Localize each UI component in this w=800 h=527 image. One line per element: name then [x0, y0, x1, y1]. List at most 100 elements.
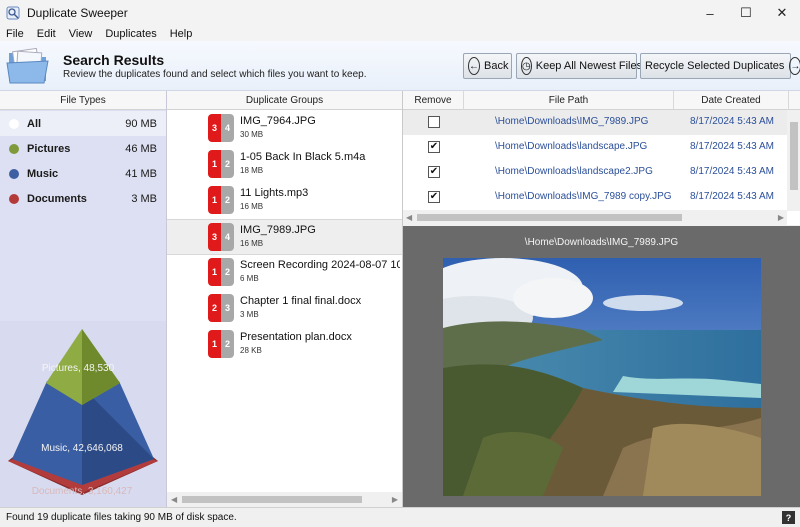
title-bar: Duplicate Sweeper – ☐ ✕	[0, 0, 800, 26]
duplicate-groups-panel: Duplicate Groups 3 4 IMG_7964.JPG 30 MB …	[167, 91, 403, 507]
dup-count-badge: 1	[208, 258, 221, 286]
date-created: 8/17/2024 5:43 AM	[690, 191, 774, 202]
menu-bar: File Edit View Duplicates Help	[0, 26, 800, 41]
group-file-name: IMG_7989.JPG	[240, 224, 316, 236]
scroll-right-icon[interactable]: ▶	[392, 495, 398, 504]
file-type-pictures[interactable]: Pictures 46 MB	[0, 136, 166, 161]
scroll-left-icon[interactable]: ◀	[171, 495, 177, 504]
arrow-left-icon: ←	[468, 57, 480, 75]
arrow-right-icon: →	[789, 57, 800, 75]
scroll-thumb[interactable]	[790, 122, 798, 190]
total-count-badge: 4	[221, 114, 234, 142]
group-file-size: 28 KB	[240, 346, 262, 355]
menu-duplicates[interactable]: Duplicates	[105, 28, 156, 40]
minimize-button[interactable]: –	[692, 0, 728, 26]
results-header: Search Results Review the duplicates fou…	[0, 41, 800, 91]
group-file-name: Chapter 1 final final.docx	[240, 295, 362, 307]
total-count-badge: 4	[221, 223, 234, 251]
dup-count-badge: 1	[208, 150, 221, 178]
scroll-right-icon[interactable]: ▶	[778, 213, 784, 222]
help-icon[interactable]: ?	[782, 511, 795, 524]
file-table-header: Remove File Path Date Created	[403, 91, 800, 110]
group-file-name: 1-05 Back In Black 5.m4a	[240, 151, 366, 163]
group-file-name: IMG_7964.JPG	[240, 115, 316, 127]
table-horizontal-scrollbar[interactable]: ◀ ▶	[403, 210, 787, 225]
menu-edit[interactable]: Edit	[37, 28, 56, 40]
keep-newest-button[interactable]: ◷ Keep All Newest Files	[516, 53, 642, 79]
file-type-all[interactable]: All 90 MB	[0, 111, 166, 136]
maximize-button[interactable]: ☐	[728, 0, 764, 26]
file-type-size: 41 MB	[125, 167, 157, 180]
column-remove[interactable]: Remove	[403, 91, 464, 110]
table-row[interactable]: ✔ \Home\Downloads\landscape2.JPG 8/17/20…	[403, 160, 787, 185]
file-path: \Home\Downloads\IMG_7989 copy.JPG	[495, 191, 672, 202]
close-button[interactable]: ✕	[764, 0, 800, 26]
groups-horizontal-scrollbar[interactable]: ◀ ▶	[167, 492, 402, 507]
dup-count-badge: 2	[208, 294, 221, 322]
group-file-size: 18 MB	[240, 166, 264, 175]
group-file-name: 11 Lights.mp3	[240, 187, 309, 199]
pyramid-svg: Pictures, 48,530 Music, 42,646,068 Docum…	[8, 329, 158, 497]
pictures-dot-icon	[9, 143, 19, 154]
column-file-path[interactable]: File Path	[464, 91, 674, 110]
group-file-size: 16 MB	[240, 202, 264, 211]
duplicate-group-item[interactable]: 1 2 11 Lights.mp3 16 MB	[167, 183, 402, 219]
remove-checkbox[interactable]	[428, 116, 440, 128]
menu-help[interactable]: Help	[170, 28, 193, 40]
clock-icon: ◷	[521, 57, 532, 75]
dup-count-badge: 1	[208, 330, 221, 358]
menu-file[interactable]: File	[6, 28, 24, 40]
scroll-thumb[interactable]	[417, 214, 682, 221]
duplicate-group-item[interactable]: 1 2 1-05 Back In Black 5.m4a 18 MB	[167, 147, 402, 183]
recycle-duplicates-button[interactable]: Recycle Selected Duplicates →	[640, 53, 800, 79]
file-path: \Home\Downloads\landscape2.JPG	[495, 166, 653, 177]
folder-icon	[6, 47, 49, 84]
preview-file-path: \Home\Downloads\IMG_7989.JPG	[524, 237, 679, 248]
file-type-music[interactable]: Music 41 MB	[0, 161, 166, 186]
scroll-thumb[interactable]	[182, 496, 362, 503]
file-type-documents[interactable]: Documents 3 MB	[0, 186, 166, 211]
table-row[interactable]: \Home\Downloads\IMG_7989.JPG 8/17/2024 5…	[403, 110, 787, 135]
file-type-name: Pictures	[27, 142, 71, 155]
total-count-badge: 2	[221, 186, 234, 214]
file-type-name: Documents	[27, 192, 87, 205]
all-dot-icon	[9, 118, 19, 129]
recycle-duplicates-label: Recycle Selected Duplicates	[645, 60, 785, 72]
remove-checkbox[interactable]: ✔	[428, 141, 440, 153]
total-count-badge: 2	[221, 150, 234, 178]
file-types-panel: File Types All 90 MB Pictures 46 MB Musi…	[0, 91, 167, 507]
file-type-size: 90 MB	[125, 117, 157, 130]
file-type-name: Music	[27, 167, 59, 180]
duplicate-groups-header: Duplicate Groups	[167, 91, 402, 110]
total-count-badge: 2	[221, 258, 234, 286]
page-title: Search Results	[63, 52, 165, 68]
table-row[interactable]: ✔ \Home\Downloads\landscape.JPG 8/17/202…	[403, 135, 787, 160]
app-icon	[6, 6, 20, 20]
group-file-size: 30 MB	[240, 130, 264, 139]
remove-checkbox[interactable]: ✔	[428, 166, 440, 178]
duplicate-group-item[interactable]: 3 4 IMG_7964.JPG 30 MB	[167, 111, 402, 147]
duplicate-group-item-selected[interactable]: 3 4 IMG_7989.JPG 16 MB	[167, 219, 402, 255]
pyramid-pictures-label: Pictures, 48,530	[42, 363, 115, 374]
total-count-badge: 2	[221, 330, 234, 358]
column-date-created[interactable]: Date Created	[674, 91, 789, 110]
group-file-size: 3 MB	[240, 310, 259, 319]
scroll-left-icon[interactable]: ◀	[406, 213, 412, 222]
remove-checkbox[interactable]: ✔	[428, 191, 440, 203]
status-text: Found 19 duplicate files taking 90 MB of…	[6, 512, 237, 523]
date-created: 8/17/2024 5:43 AM	[690, 166, 774, 177]
table-vertical-scrollbar[interactable]	[787, 110, 800, 211]
back-button[interactable]: ← Back	[463, 53, 512, 79]
table-row[interactable]: ✔ \Home\Downloads\IMG_7989 copy.JPG 8/17…	[403, 185, 787, 210]
group-file-name: Presentation plan.docx	[240, 331, 352, 343]
music-dot-icon	[9, 168, 19, 179]
dup-count-badge: 3	[208, 223, 221, 251]
pyramid-music-label: Music, 42,646,068	[41, 443, 123, 454]
menu-view[interactable]: View	[69, 28, 93, 40]
file-table: Remove File Path Date Created \Home\Down…	[403, 91, 800, 225]
duplicate-group-item[interactable]: 1 2 Screen Recording 2024-08-07 10095 6 …	[167, 255, 402, 291]
duplicate-group-item[interactable]: 1 2 Presentation plan.docx 28 KB	[167, 327, 402, 363]
image-preview-panel: \Home\Downloads\IMG_7989.JPG	[403, 226, 800, 507]
group-file-size: 16 MB	[240, 239, 264, 248]
duplicate-group-item[interactable]: 2 3 Chapter 1 final final.docx 3 MB	[167, 291, 402, 327]
